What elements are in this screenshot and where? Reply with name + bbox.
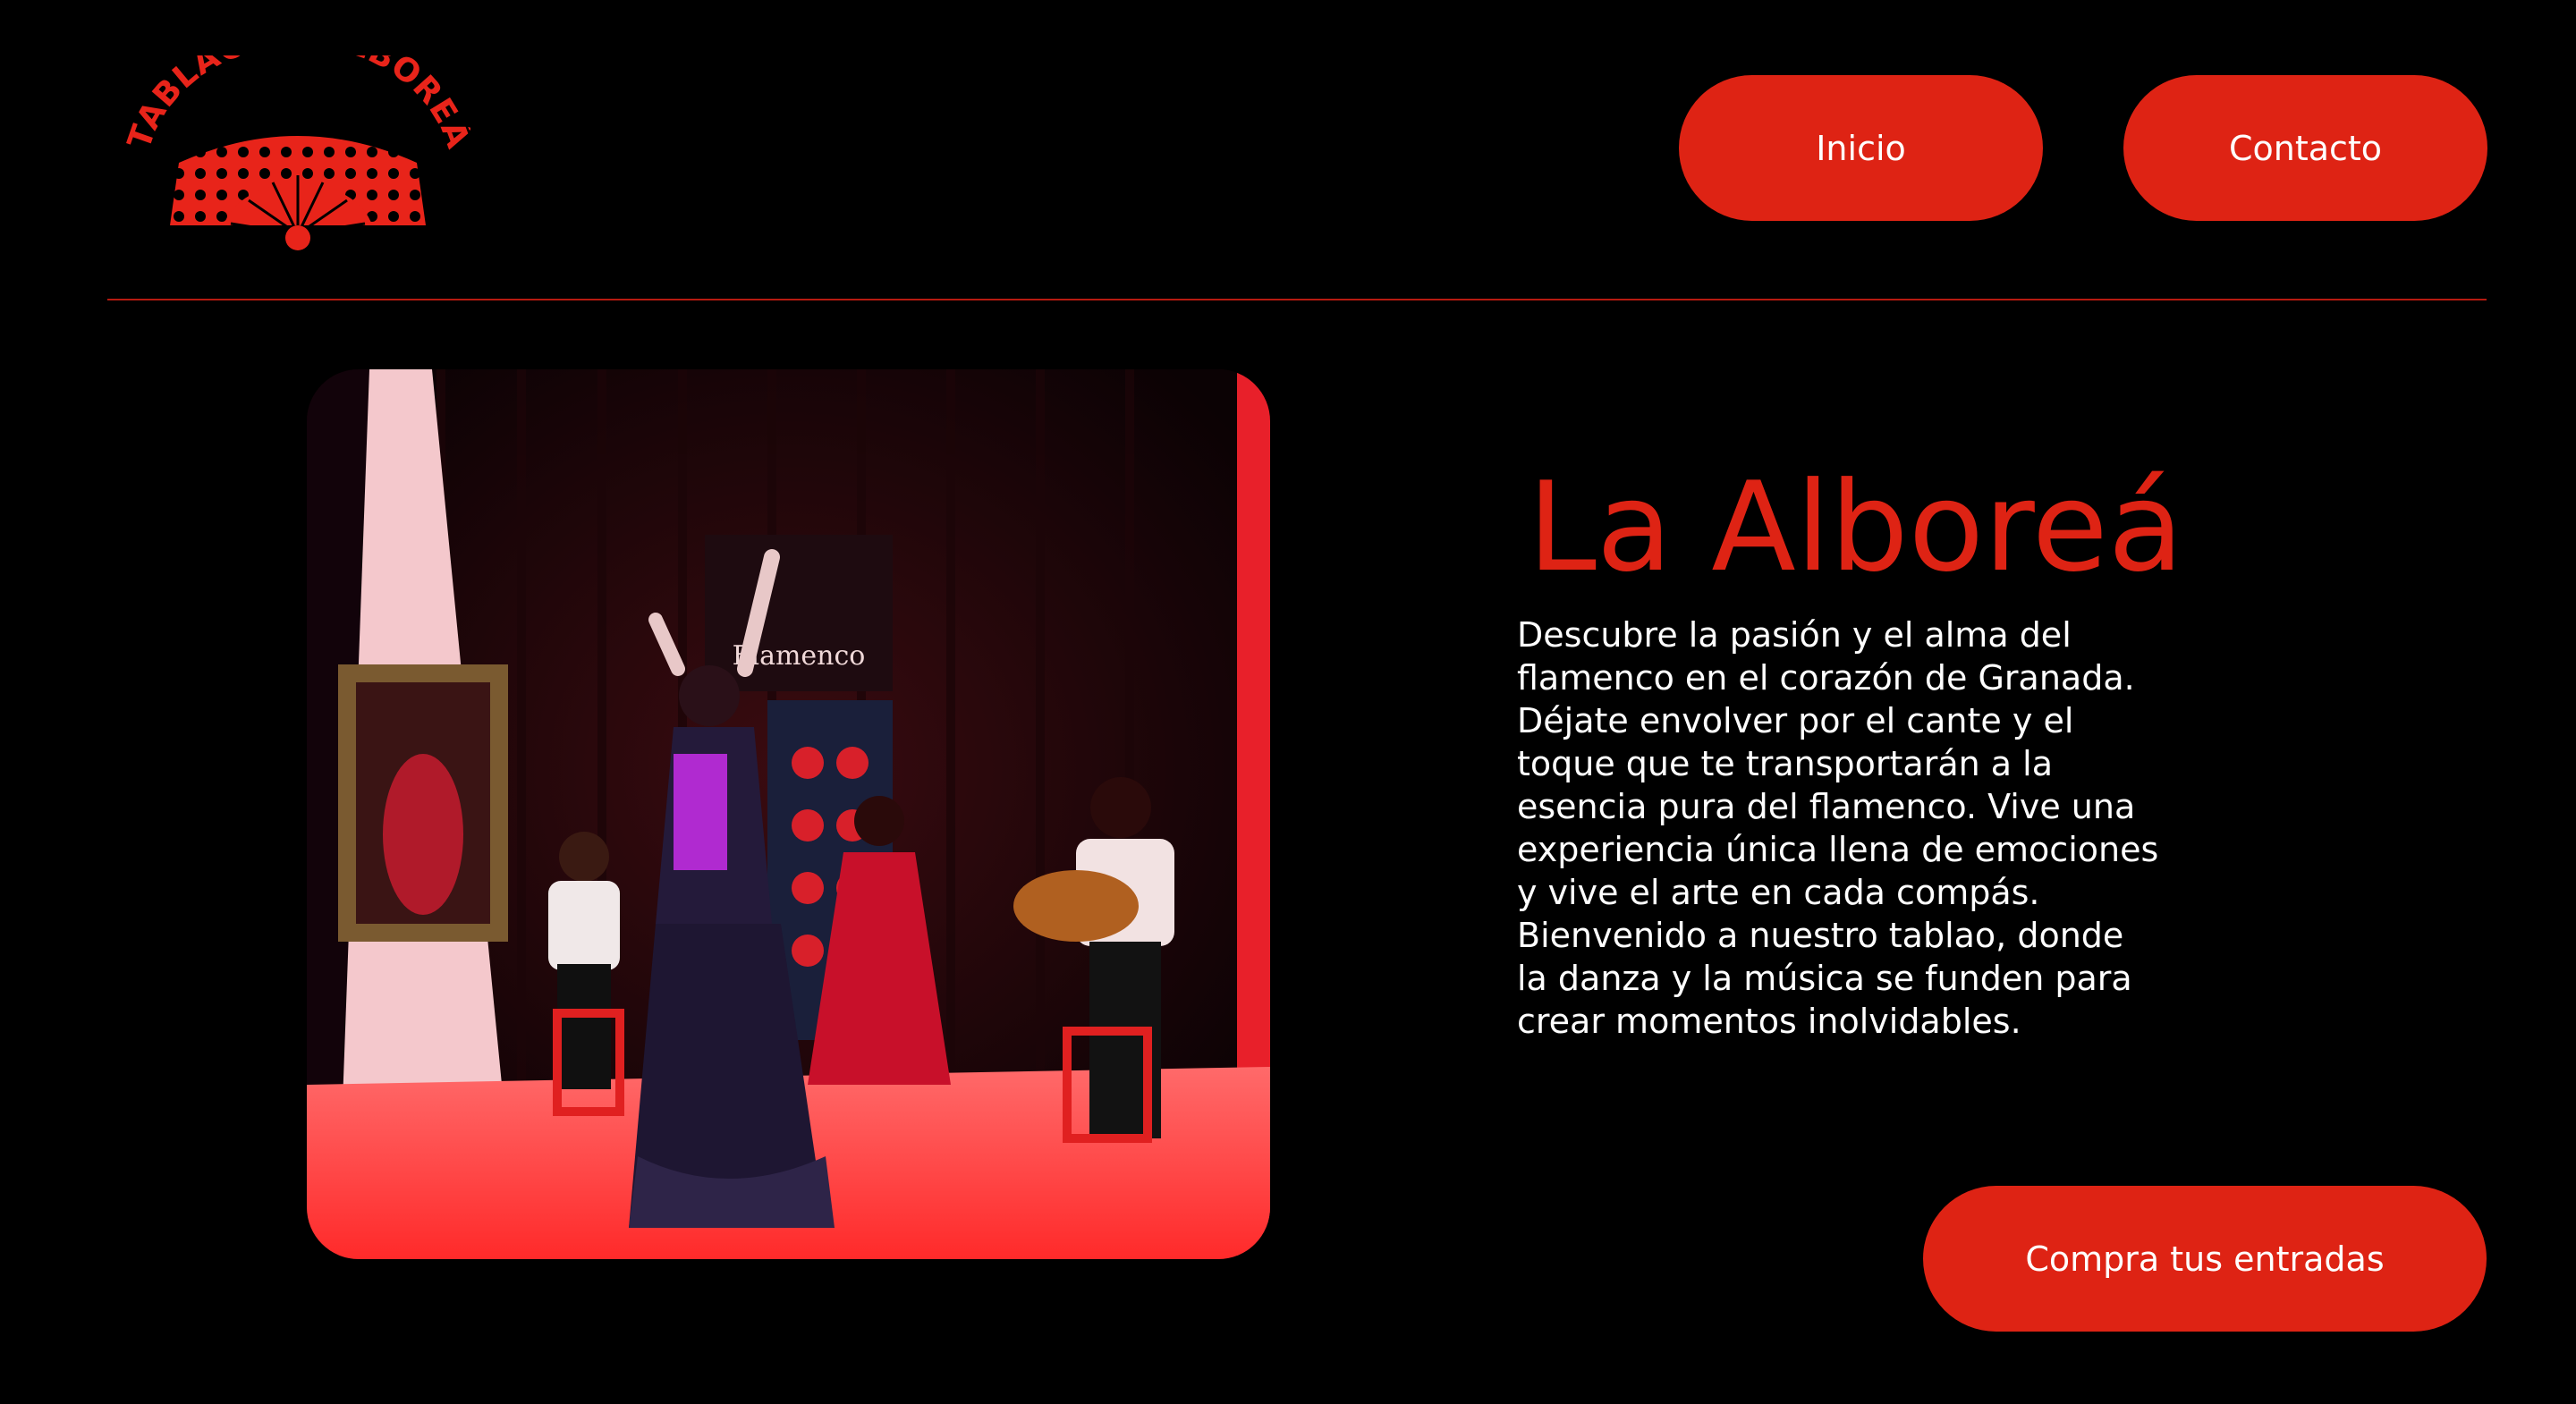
buy-tickets-label: Compra tus entradas [2025, 1239, 2385, 1279]
logo[interactable]: TABLAO LA ALBOREÁ [125, 55, 470, 252]
buy-tickets-button[interactable]: Compra tus entradas [1923, 1186, 2487, 1332]
nav-inicio-label: Inicio [1816, 128, 1906, 168]
hero-photo: Flamenco [307, 369, 1270, 1259]
site-header: TABLAO LA ALBOREÁ Inicio Contacto [0, 0, 2576, 300]
hero-title: La Alboreá [1528, 455, 2184, 599]
header-divider [107, 299, 2487, 300]
flamenco-performance-image: Flamenco [307, 369, 1270, 1259]
fan-icon: TABLAO LA ALBOREÁ [125, 55, 470, 250]
nav-contacto-label: Contacto [2228, 128, 2383, 168]
nav-inicio-button[interactable]: Inicio [1679, 75, 2043, 221]
hero-description: Descubre la pasión y el alma del flamenc… [1517, 615, 2159, 1041]
nav-contacto-button[interactable]: Contacto [2123, 75, 2487, 221]
